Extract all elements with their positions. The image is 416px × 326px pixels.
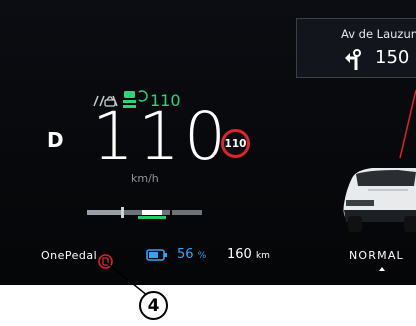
range-readout: 160 km	[227, 247, 270, 262]
range-value: 160	[227, 247, 252, 262]
power-gauge-tick	[121, 207, 124, 218]
onepedal-icon	[98, 254, 113, 269]
battery-value: 56	[177, 247, 194, 262]
instrument-cluster: Av de Lauzun 150 m 110 D 110 km/h 110	[0, 0, 416, 285]
nav-distance-value: 150	[375, 47, 410, 68]
route-line	[399, 90, 416, 159]
power-gauge-segment	[87, 210, 121, 215]
battery-icon	[146, 249, 167, 261]
power-gauge-segment	[172, 210, 202, 215]
nav-distance: 150 m	[375, 47, 416, 68]
current-speed: 110	[92, 98, 230, 175]
speed-limit-sign: 110	[221, 129, 250, 158]
callout-marker: 4	[139, 291, 168, 320]
speed-limit-value: 110	[224, 137, 247, 150]
vehicle-image	[343, 168, 416, 232]
drive-mode-indicator-icon	[379, 267, 385, 271]
battery-level: 56 %	[177, 247, 206, 262]
onepedal-label: OnePedal	[41, 249, 98, 262]
regen-gauge-indicator	[138, 216, 166, 219]
drive-mode-label[interactable]: NORMAL	[349, 249, 404, 262]
gear-indicator: D	[47, 128, 64, 152]
navigation-panel[interactable]: Av de Lauzun 150 m	[296, 18, 416, 78]
power-gauge-active	[142, 210, 162, 215]
callout-number: 4	[147, 295, 160, 316]
turn-left-arrow-icon	[345, 49, 361, 70]
nav-street-name: Av de Lauzun	[341, 27, 416, 41]
range-unit: km	[255, 251, 270, 261]
battery-unit: %	[197, 251, 207, 261]
speed-unit: km/h	[131, 172, 159, 185]
